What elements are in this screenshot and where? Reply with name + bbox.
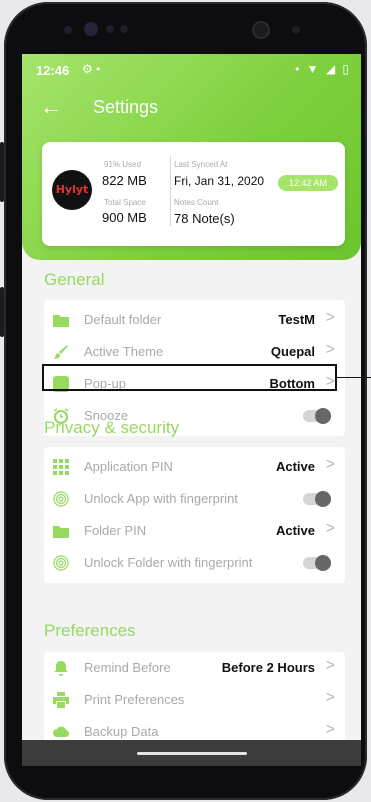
folder-icon (53, 526, 69, 538)
setting-label: Print Preferences (84, 692, 185, 707)
setting-value: Quepal (270, 344, 315, 359)
home-gesture-handle[interactable] (137, 752, 247, 755)
app-screen: 12:46 ⚙ • • ▼ ◢ ▯ ← Settings Hylyt 91% U… (22, 54, 361, 766)
total-value: 900 MB (102, 210, 147, 225)
system-nav-bar (22, 740, 361, 766)
used-label: 91% Used (104, 160, 141, 169)
setting-value: Active (275, 523, 315, 538)
setting-label: Default folder (84, 312, 162, 327)
setting-value: Before 2 Hours (221, 660, 315, 675)
setting-unlock-app-fingerprint[interactable]: Unlock App with fingerprint (44, 483, 345, 515)
chevron-right-icon: > (325, 341, 335, 358)
chevron-right-icon: > (325, 721, 335, 738)
sync-time-badge: 12:42 AM (278, 175, 338, 191)
section-privacy: Privacy & security (44, 418, 180, 437)
page-title: Settings (93, 97, 159, 117)
chevron-right-icon: > (325, 309, 335, 326)
fingerprint-icon (53, 491, 69, 507)
folder-fingerprint-toggle[interactable] (303, 555, 331, 571)
total-label: Total Space (104, 198, 146, 207)
setting-value: Active (275, 459, 315, 474)
app-logo: Hylyt (52, 170, 92, 210)
setting-remind-before[interactable]: Remind Before Before 2 Hours > (44, 652, 345, 684)
chevron-right-icon: > (325, 520, 335, 537)
volume-button (0, 142, 4, 202)
sensor-dot (64, 26, 72, 34)
setting-default-folder[interactable]: Default folder TestM > (44, 304, 345, 336)
camera-lens-icon (254, 23, 268, 37)
app-bar: ← Settings (22, 88, 361, 130)
notes-label: Notes Count (174, 198, 219, 207)
setting-label: Remind Before (84, 660, 171, 675)
app-fingerprint-toggle[interactable] (303, 491, 331, 507)
folder-icon (53, 315, 69, 327)
sync-date: Fri, Jan 31, 2020 (174, 174, 265, 188)
privacy-panel: Application PIN Active > Unlock App with… (44, 447, 345, 583)
setting-label: Active Theme (84, 344, 164, 359)
setting-application-pin[interactable]: Application PIN Active > (44, 451, 345, 483)
cloud-icon (53, 726, 69, 738)
sensor-dot (292, 26, 300, 34)
chevron-right-icon: > (325, 689, 335, 706)
sensor-dot (120, 25, 128, 33)
brush-icon (54, 345, 68, 359)
bell-icon (54, 661, 68, 676)
setting-folder-pin[interactable]: Folder PIN Active > (44, 515, 345, 547)
sensor-dot (106, 25, 114, 33)
annotation-pointer-line (337, 377, 371, 378)
phone-frame: 12:46 ⚙ • • ▼ ◢ ▯ ← Settings Hylyt 91% U… (0, 2, 367, 800)
status-system-icons: • ▼ ◢ ▯ (295, 62, 351, 76)
camera-bar (4, 2, 367, 52)
setting-label: Folder PIN (84, 523, 147, 538)
chevron-right-icon: > (325, 456, 335, 473)
power-button (0, 287, 4, 337)
setting-value: TestM (278, 312, 315, 327)
status-time: 12:46 (36, 63, 70, 78)
divider (170, 156, 171, 226)
section-general: General (44, 270, 105, 289)
fingerprint-icon (53, 555, 69, 571)
setting-label: Unlock App with fingerprint (84, 491, 238, 506)
arrow-left-icon[interactable]: ← (40, 94, 62, 120)
snooze-toggle[interactable] (303, 408, 331, 424)
sync-label: Last Synced At (174, 160, 228, 169)
notes-value: 78 Note(s) (174, 211, 235, 226)
front-camera-icon (84, 22, 98, 36)
keypad-icon (53, 459, 69, 475)
setting-label: Backup Data (84, 724, 159, 739)
status-bar: 12:46 ⚙ • • ▼ ◢ ▯ (22, 54, 361, 88)
used-value: 822 MB (102, 173, 147, 188)
setting-label: Unlock Folder with fingerprint (84, 555, 253, 570)
chevron-right-icon: > (325, 657, 335, 674)
popup-highlight-box (42, 364, 337, 391)
status-notification-icons: ⚙ • (82, 62, 101, 76)
storage-card: Hylyt 91% Used 822 MB Total Space 900 MB… (42, 142, 345, 246)
setting-unlock-folder-fingerprint[interactable]: Unlock Folder with fingerprint (44, 547, 345, 579)
logo-text: Hylyt (55, 183, 89, 196)
setting-label: Application PIN (84, 459, 173, 474)
printer-icon (53, 692, 69, 708)
section-preferences: Preferences (44, 621, 136, 640)
setting-print-preferences[interactable]: Print Preferences > (44, 684, 345, 716)
